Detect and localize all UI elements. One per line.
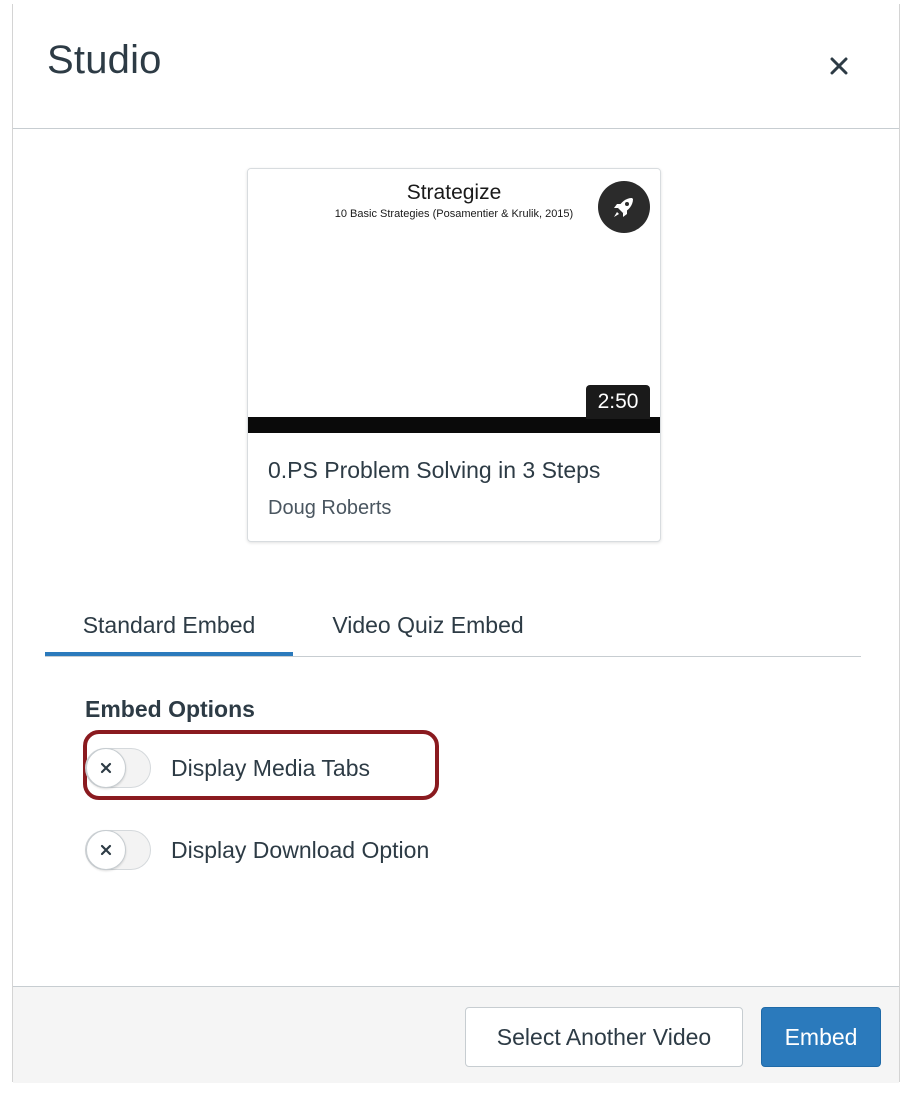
studio-dialog: Studio Strategize 10 Basic Strategies (P…	[12, 4, 900, 1083]
display-media-tabs-toggle[interactable]	[85, 748, 151, 788]
embed-tabs: Standard Embed Video Quiz Embed	[45, 594, 861, 657]
tab-video-quiz-embed[interactable]: Video Quiz Embed	[301, 594, 555, 656]
x-icon	[100, 762, 112, 774]
display-download-label: Display Download Option	[171, 836, 430, 863]
embed-options-heading: Embed Options	[85, 696, 255, 722]
duration-badge: 2:50	[586, 385, 650, 419]
display-download-option[interactable]: Display Download Option	[85, 828, 429, 872]
video-title: 0.PS Problem Solving in 3 Steps	[268, 457, 601, 483]
dialog-title: Studio	[47, 38, 162, 82]
select-another-video-button[interactable]: Select Another Video	[465, 1007, 743, 1067]
toggle-knob	[86, 830, 126, 870]
close-button[interactable]	[821, 48, 857, 84]
dialog-header: Studio	[13, 4, 899, 129]
embed-button[interactable]: Embed	[761, 1007, 881, 1067]
display-media-tabs-option[interactable]: Display Media Tabs	[85, 746, 370, 790]
rocket-icon	[598, 181, 650, 233]
video-thumbnail: Strategize 10 Basic Strategies (Posament…	[248, 169, 660, 433]
video-progress-bar	[248, 417, 660, 433]
x-icon	[100, 844, 112, 856]
page-background: Studio Strategize 10 Basic Strategies (P…	[0, 0, 914, 1094]
selected-tab-indicator	[45, 652, 293, 656]
toggle-knob	[86, 748, 126, 788]
video-author: Doug Roberts	[268, 497, 392, 519]
display-download-toggle[interactable]	[85, 830, 151, 870]
video-card[interactable]: Strategize 10 Basic Strategies (Posament…	[247, 168, 661, 542]
dialog-footer: Select Another Video Embed	[13, 986, 899, 1083]
close-icon	[830, 57, 848, 75]
display-media-tabs-label: Display Media Tabs	[171, 754, 371, 781]
tab-standard-embed[interactable]: Standard Embed	[45, 594, 293, 656]
